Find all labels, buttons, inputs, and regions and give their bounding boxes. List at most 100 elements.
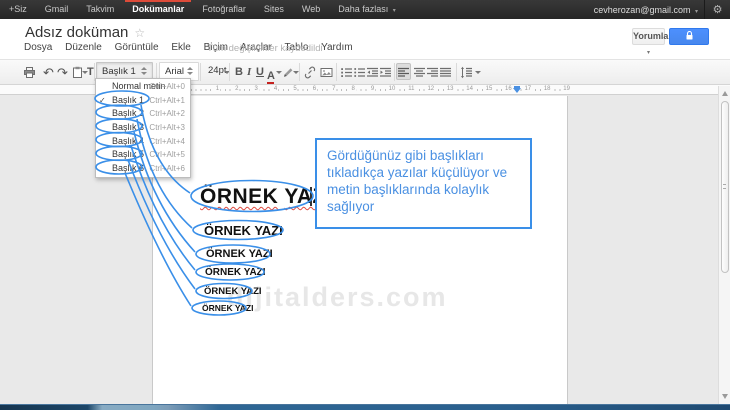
bold-button[interactable]: B bbox=[235, 66, 243, 80]
text-color-button[interactable]: A bbox=[267, 70, 275, 82]
paint-format-button[interactable]: T bbox=[87, 66, 94, 80]
ruler-number: 19 bbox=[562, 86, 571, 92]
heading1-sample-text[interactable]: ÖRNEK YAZI bbox=[200, 185, 332, 209]
chevron-down-icon: ▾ bbox=[646, 50, 650, 56]
undo-button[interactable]: ↶ bbox=[43, 66, 54, 80]
ruler-number: 14 bbox=[465, 86, 474, 92]
heading6-sample-text[interactable]: ÖRNEK YAZI bbox=[202, 303, 254, 313]
scrollbar-grip bbox=[723, 184, 726, 189]
document-page[interactable]: dijitalders.com ÖRNEK YAZI ÖRNEK YAZI ÖR… bbox=[152, 96, 568, 404]
menu-item-shortcut: Ctrl+Alt+4 bbox=[149, 136, 185, 146]
menu-item-shortcut: Ctrl+Alt+2 bbox=[149, 109, 185, 119]
vertical-scrollbar[interactable] bbox=[718, 86, 730, 404]
topbar-link-gmail[interactable]: Gmail bbox=[36, 0, 78, 19]
topbar-link-calendar[interactable]: Takvim bbox=[77, 0, 123, 19]
align-left-icon bbox=[398, 67, 409, 77]
printer-icon bbox=[24, 67, 35, 78]
underline-button[interactable]: U bbox=[256, 66, 264, 80]
decrease-indent-button[interactable] bbox=[366, 66, 379, 80]
menu-item-normal-text[interactable]: Normal metin Ctrl+Alt+0 bbox=[96, 80, 190, 94]
insert-link-button[interactable] bbox=[303, 66, 317, 80]
ruler-number: 17 bbox=[523, 86, 533, 92]
ruler-number: 11 bbox=[407, 86, 416, 92]
menu-dosya[interactable]: Dosya bbox=[24, 42, 52, 53]
topbar-link-documents-active[interactable]: Dokümanlar bbox=[123, 0, 193, 19]
justify-icon bbox=[440, 67, 451, 77]
right-indent-marker[interactable] bbox=[513, 86, 521, 93]
justify-button[interactable] bbox=[439, 66, 452, 80]
font-dropdown-value: Arial bbox=[165, 66, 185, 77]
link-icon bbox=[304, 66, 316, 79]
account-email-label: cevherozan@gmail.com bbox=[593, 4, 691, 15]
toolbar-separator bbox=[299, 63, 300, 81]
document-title[interactable]: Adsız doküman ☆ bbox=[25, 24, 145, 41]
star-icon[interactable]: ☆ bbox=[134, 26, 145, 40]
align-left-button[interactable] bbox=[397, 66, 410, 80]
heading2-sample-text[interactable]: ÖRNEK YAZI bbox=[204, 223, 283, 238]
scroll-down-arrow[interactable] bbox=[722, 394, 728, 399]
ruler-number: 15 bbox=[484, 86, 494, 92]
toolbar-separator bbox=[336, 63, 337, 81]
scroll-up-arrow[interactable] bbox=[722, 91, 728, 96]
chevron-down-icon: ▾ bbox=[694, 8, 698, 15]
insert-image-button[interactable] bbox=[320, 66, 333, 80]
ruler-number: 16 bbox=[504, 86, 513, 92]
heading4-sample-text[interactable]: ÖRNEK YAZI bbox=[205, 267, 266, 278]
menu-duzenle[interactable]: Düzenle bbox=[65, 42, 102, 53]
topbar-link-plus-you[interactable]: +Siz bbox=[0, 0, 36, 19]
align-right-button[interactable] bbox=[426, 66, 439, 80]
doc-header: Adsız doküman ☆ Dosya Düzenle Görüntüle E… bbox=[0, 19, 730, 59]
share-button-label: Paylaş bbox=[674, 46, 704, 56]
ruler-number: 5 bbox=[292, 86, 298, 92]
heading3-sample-text[interactable]: ÖRNEK YAZI bbox=[206, 248, 273, 260]
comments-button[interactable]: Yorumlar ▾ bbox=[632, 28, 672, 56]
bulleted-list-button[interactable] bbox=[353, 66, 366, 80]
image-icon bbox=[320, 68, 333, 77]
menu-item-shortcut: Ctrl+Alt+6 bbox=[149, 164, 185, 174]
topbar-link-sites[interactable]: Sites bbox=[255, 0, 293, 19]
ruler-number: 10 bbox=[387, 86, 397, 92]
menu-goruntule[interactable]: Görüntüle bbox=[115, 42, 159, 53]
misspelled-word: ÖRNEK bbox=[200, 185, 279, 208]
taskbar-edge bbox=[0, 404, 730, 410]
menu-item-heading2[interactable]: Başlık 2 Ctrl+Alt+2 bbox=[96, 107, 190, 121]
menu-item-heading1[interactable]: ✓ Başlık 1 Ctrl+Alt+1 bbox=[96, 94, 190, 108]
menu-item-shortcut: Ctrl+Alt+0 bbox=[149, 82, 185, 91]
topbar-link-photos[interactable]: Fotoğraflar bbox=[193, 0, 255, 19]
undo-icon: ↶ bbox=[43, 65, 54, 80]
menu-item-label: Başlık 5 bbox=[112, 149, 145, 160]
heading5-sample-text[interactable]: ÖRNEK YAZI bbox=[204, 286, 262, 297]
menu-yardim[interactable]: Yardım bbox=[321, 42, 353, 53]
line-spacing-button[interactable] bbox=[460, 66, 473, 80]
settings-gear-button[interactable]: ⚙ bbox=[704, 0, 730, 19]
redo-button[interactable]: ↷ bbox=[57, 66, 68, 80]
menu-item-heading6[interactable]: Başlık 6 Ctrl+Alt+6 bbox=[96, 162, 190, 176]
toolbar-separator bbox=[394, 63, 395, 81]
print-button[interactable] bbox=[23, 66, 36, 80]
menu-item-label: Başlık 2 bbox=[112, 108, 145, 119]
text-cursor bbox=[310, 187, 312, 206]
sort-arrows-icon bbox=[141, 67, 148, 76]
menu-item-heading5[interactable]: Başlık 5 Ctrl+Alt+5 bbox=[96, 148, 190, 162]
ruler-number: 4 bbox=[272, 86, 279, 92]
gear-icon: ⚙ bbox=[712, 4, 723, 16]
menu-item-heading4[interactable]: Başlık 4 Ctrl+Alt+4 bbox=[96, 135, 190, 149]
italic-button[interactable]: I bbox=[247, 66, 251, 80]
menu-ekle[interactable]: Ekle bbox=[171, 42, 190, 53]
numbered-list-icon bbox=[341, 68, 352, 77]
line-spacing-caret[interactable] bbox=[475, 71, 481, 74]
topbar-link-more[interactable]: Daha fazlası ▾ bbox=[329, 0, 405, 19]
menu-item-label: Başlık 6 bbox=[112, 163, 145, 174]
google-black-bar: +Siz Gmail Takvim Dokümanlar Fotoğraflar… bbox=[0, 0, 730, 19]
numbered-list-button[interactable] bbox=[340, 66, 353, 80]
align-center-button[interactable] bbox=[413, 66, 426, 80]
menu-item-heading3[interactable]: Başlık 3 Ctrl+Alt+3 bbox=[96, 121, 190, 135]
topbar-link-web[interactable]: Web bbox=[293, 0, 329, 19]
topbar-more-label: Daha fazlası bbox=[338, 4, 389, 14]
account-email[interactable]: cevherozan@gmail.com ▾ bbox=[588, 5, 704, 15]
check-icon: ✓ bbox=[99, 95, 106, 105]
scrollbar-thumb[interactable] bbox=[720, 101, 729, 273]
share-button[interactable]: Paylaş bbox=[669, 28, 709, 56]
lock-icon bbox=[686, 31, 692, 40]
increase-indent-button[interactable] bbox=[379, 66, 392, 80]
